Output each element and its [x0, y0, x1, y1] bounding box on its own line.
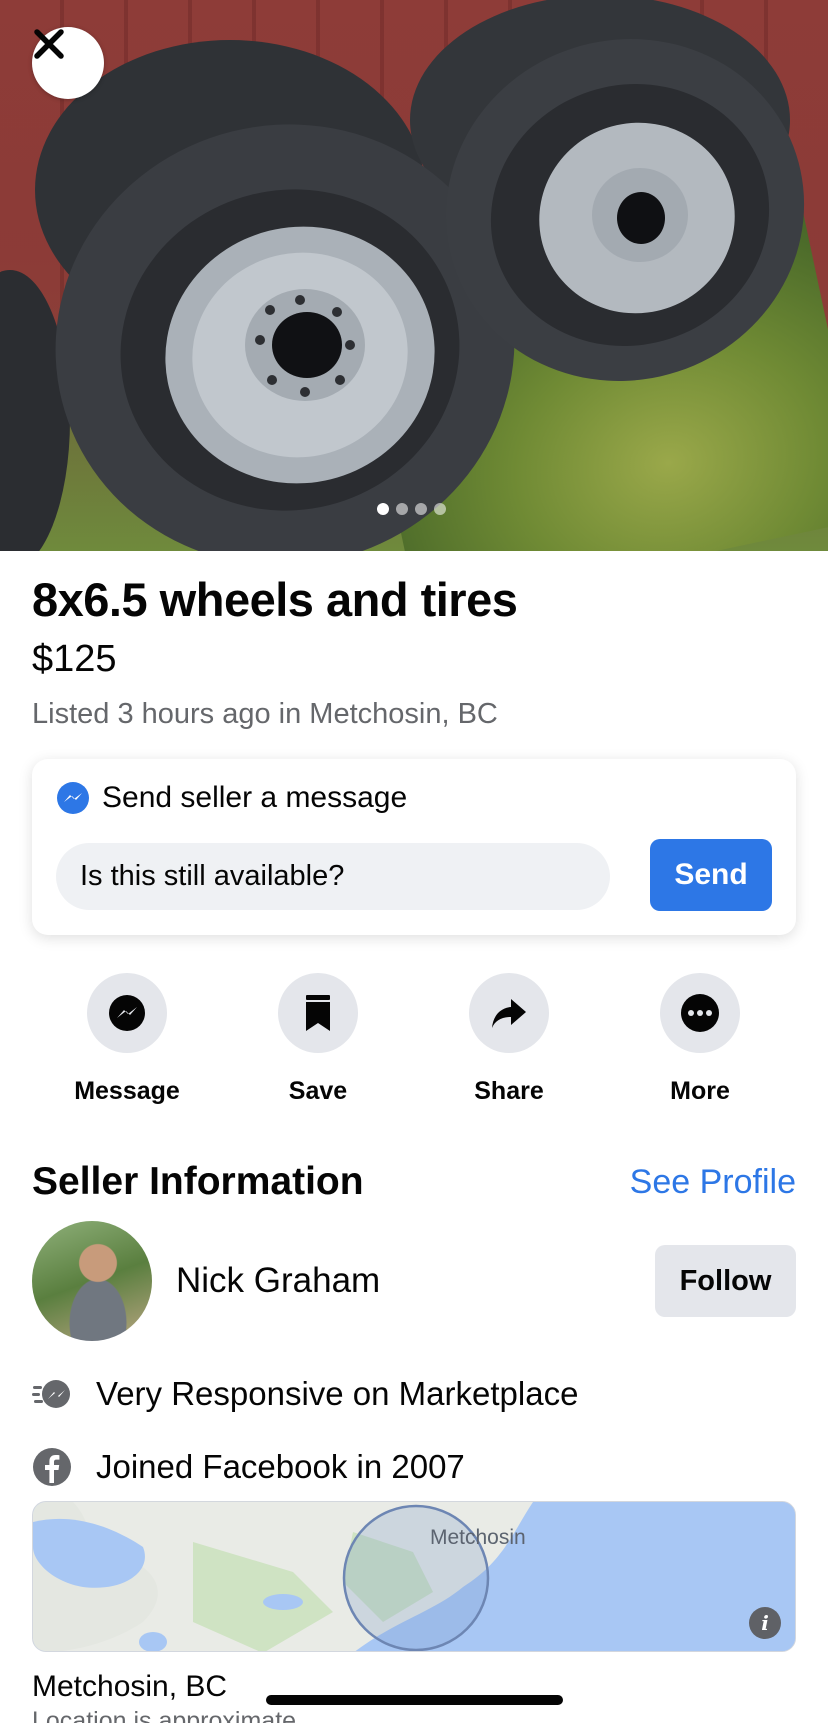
listing-title: 8x6.5 wheels and tires — [32, 573, 518, 626]
action-row: Message Save Share More — [32, 973, 796, 1106]
follow-button[interactable]: Follow — [655, 1245, 796, 1317]
close-button[interactable] — [32, 27, 104, 99]
map-graphic — [33, 1502, 795, 1651]
save-action-label: Save — [288, 1077, 348, 1105]
message-action[interactable]: Message — [47, 973, 207, 1106]
location-note: Location is approximate — [32, 1707, 297, 1723]
badge-responsive-text: Very Responsive on Marketplace — [96, 1375, 579, 1412]
avatar[interactable] — [32, 1221, 152, 1341]
save-action-circle[interactable] — [278, 973, 358, 1053]
carousel-dot — [434, 503, 446, 515]
badge-responsive: Very Responsive on Marketplace — [32, 1375, 578, 1413]
badge-joined: Joined Facebook in 2007 — [32, 1447, 465, 1487]
home-indicator[interactable] — [266, 1695, 563, 1705]
message-input[interactable] — [56, 843, 610, 910]
badge-joined-text: Joined Facebook in 2007 — [96, 1448, 465, 1485]
message-action-circle[interactable] — [87, 973, 167, 1053]
fast-response-icon — [32, 1380, 70, 1408]
listing-photo[interactable] — [0, 0, 828, 551]
more-action-label: More — [670, 1077, 730, 1105]
see-profile-link[interactable]: See Profile — [630, 1163, 796, 1202]
carousel-dot — [396, 503, 408, 515]
map-place-label: Metchosin — [430, 1526, 526, 1549]
send-button[interactable]: Send — [650, 839, 772, 911]
more-dots-icon — [681, 994, 719, 1032]
carousel-indicator — [377, 503, 446, 515]
location-city: Metchosin, BC — [32, 1670, 228, 1703]
send-message-label: Send seller a message — [102, 781, 408, 814]
more-action-circle[interactable] — [660, 973, 740, 1053]
share-action[interactable]: Share — [429, 973, 589, 1106]
listing-price: $125 — [32, 638, 117, 680]
close-icon — [34, 29, 64, 59]
seller-name[interactable]: Nick Graham — [176, 1261, 380, 1301]
share-action-label: Share — [474, 1077, 544, 1105]
share-action-circle[interactable] — [469, 973, 549, 1053]
send-message-header: Send seller a message — [56, 781, 407, 815]
send-message-card: Send seller a message Send — [32, 759, 796, 935]
tires-illustration — [0, 0, 805, 551]
more-action[interactable]: More — [620, 973, 780, 1106]
message-action-label: Message — [74, 1077, 180, 1105]
bookmark-icon — [306, 995, 330, 1031]
share-arrow-icon — [492, 999, 526, 1028]
listing-meta: Listed 3 hours ago in Metchosin, BC — [32, 698, 498, 730]
info-icon[interactable]: i — [749, 1607, 781, 1639]
messenger-icon — [109, 995, 145, 1031]
save-action[interactable]: Save — [238, 973, 398, 1106]
location-map[interactable]: Metchosin i — [32, 1501, 796, 1652]
carousel-dot — [377, 503, 389, 515]
messenger-icon — [57, 782, 89, 814]
carousel-dot — [415, 503, 427, 515]
seller-info-heading: Seller Information — [32, 1160, 364, 1203]
facebook-icon — [33, 1448, 71, 1486]
